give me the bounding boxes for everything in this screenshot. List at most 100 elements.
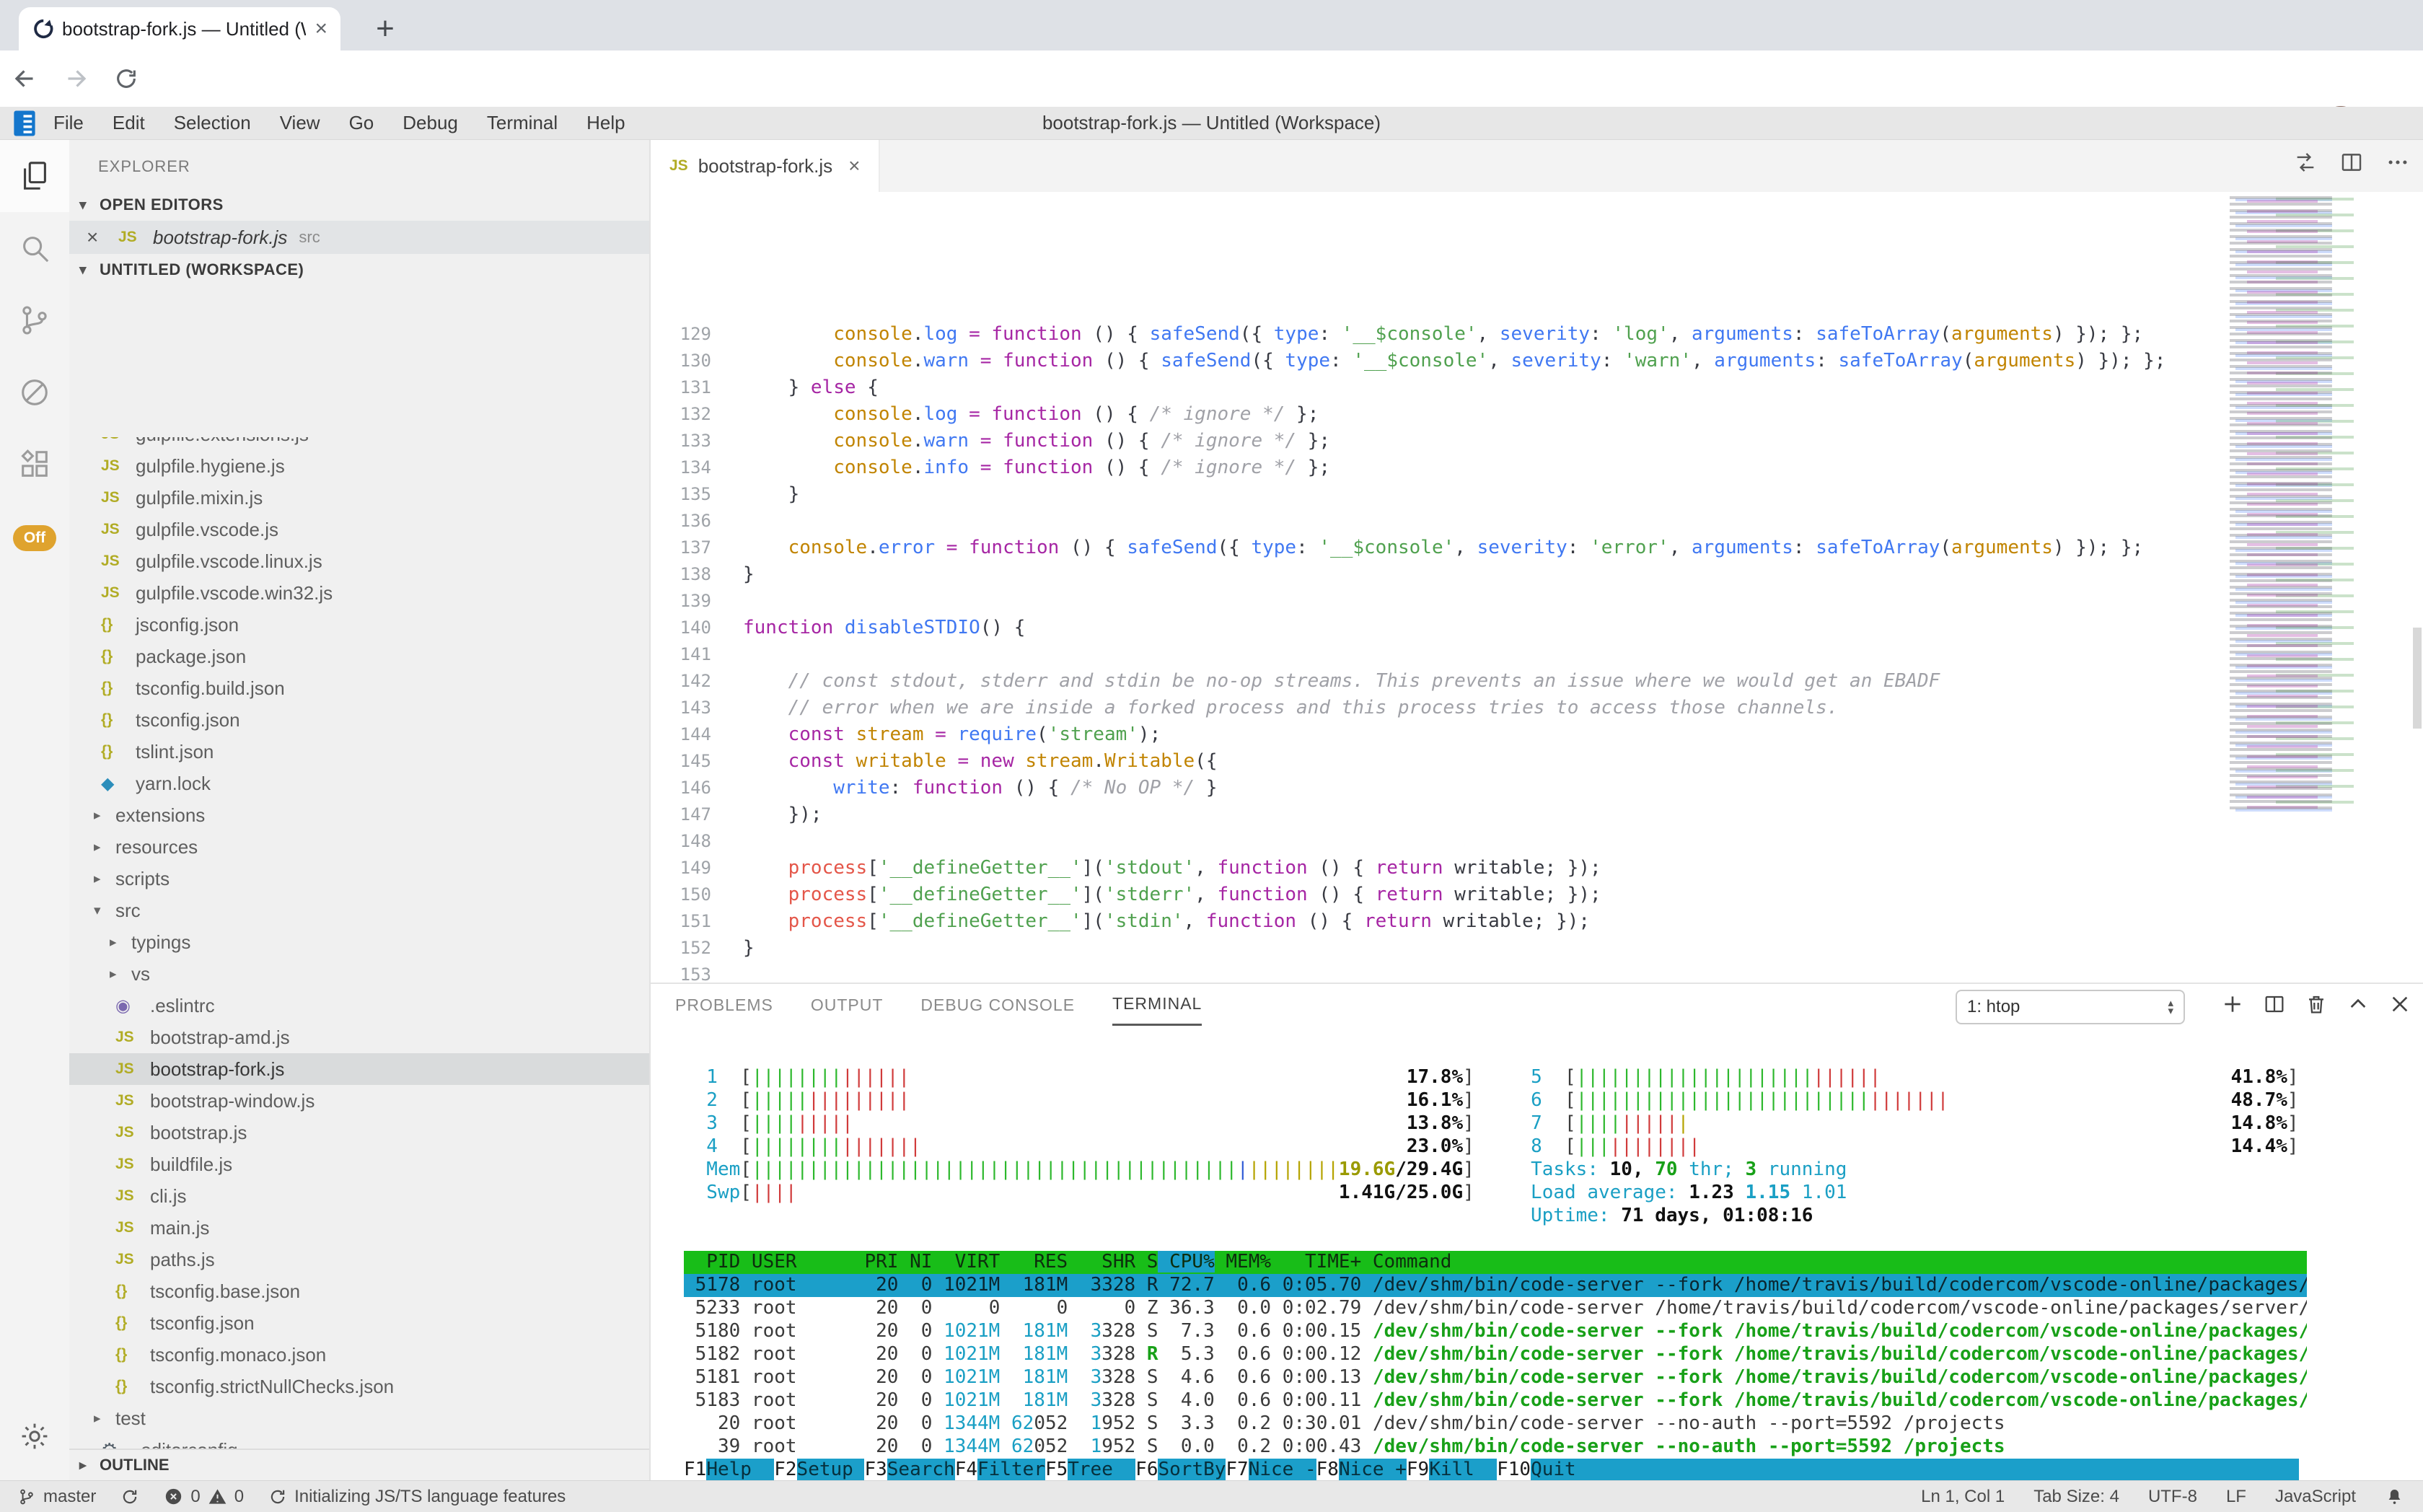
problems-indicator[interactable]: 0 0 <box>164 1487 244 1507</box>
language-mode[interactable]: JavaScript <box>2275 1487 2356 1507</box>
file-tree-item[interactable]: {}tsconfig.base.json <box>69 1275 649 1307</box>
file-tree-item[interactable]: {}jsconfig.json <box>69 609 649 641</box>
code-line: 130 console.warn = function () { safeSen… <box>651 347 2207 374</box>
split-editor-icon[interactable] <box>2339 150 2364 175</box>
file-tree-item[interactable]: {}tsconfig.monaco.json <box>69 1339 649 1371</box>
menu-go[interactable]: Go <box>349 112 374 134</box>
file-tree-item[interactable]: {}tsconfig.strictNullChecks.json <box>69 1371 649 1402</box>
file-name: package.json <box>136 646 246 668</box>
editor-scrollbar[interactable] <box>2413 628 2422 729</box>
json-file-icon: {} <box>101 616 136 633</box>
menu-help[interactable]: Help <box>586 112 625 134</box>
sync-button[interactable] <box>120 1487 139 1506</box>
file-tree-item[interactable]: JSgulpfile.vscode.linux.js <box>69 545 649 577</box>
file-name: tsconfig.strictNullChecks.json <box>150 1376 394 1398</box>
file-tree-item[interactable]: JSgulpfile.vscode.js <box>69 514 649 545</box>
settings-gear-icon[interactable] <box>0 1404 69 1469</box>
file-tree-item[interactable]: ▸test <box>69 1402 649 1434</box>
reload-button[interactable] <box>101 53 151 104</box>
source-control-icon[interactable] <box>0 284 69 356</box>
code-line: 140function disableSTDIO() { <box>651 614 2207 641</box>
open-editor-item[interactable]: × JS bootstrap-fork.js src <box>69 221 649 254</box>
file-tree-item[interactable]: ▸typings <box>69 926 649 958</box>
tab-debug-console[interactable]: DEBUG CONSOLE <box>920 984 1075 1026</box>
kill-terminal-icon[interactable] <box>2305 993 2328 1016</box>
file-tree-item[interactable]: JScli.js <box>69 1180 649 1212</box>
file-tree-item[interactable]: JSgulpfile.vscode.win32.js <box>69 577 649 609</box>
menu-debug[interactable]: Debug <box>403 112 458 134</box>
file-tree-item[interactable]: {}tsconfig.json <box>69 704 649 736</box>
code-area[interactable]: 129 console.log = function () { safeSend… <box>651 320 2207 983</box>
minimap[interactable] <box>2225 196 2411 813</box>
language-status[interactable]: Initializing JS/TS language features <box>268 1487 566 1507</box>
new-terminal-icon[interactable] <box>2221 993 2244 1016</box>
explorer-icon[interactable] <box>0 140 69 212</box>
editor-tab-close-icon[interactable]: × <box>848 154 860 177</box>
cursor-position[interactable]: Ln 1, Col 1 <box>1921 1487 2005 1507</box>
new-tab-button[interactable]: + <box>366 10 404 48</box>
file-tree-item[interactable]: JSbootstrap.js <box>69 1117 649 1148</box>
open-changes-icon[interactable] <box>2293 150 2318 175</box>
file-tree-item[interactable]: JSmain.js <box>69 1212 649 1244</box>
workspace-header[interactable]: ▾UNTITLED (WORKSPACE) <box>69 254 649 286</box>
close-icon[interactable]: × <box>87 226 118 249</box>
file-tree-item[interactable]: {}tsconfig.json <box>69 1307 649 1339</box>
file-tree-item[interactable]: JSbuildfile.js <box>69 1148 649 1180</box>
tab-terminal[interactable]: TERMINAL <box>1112 984 1202 1026</box>
js-file-icon: JS <box>101 437 136 443</box>
back-button[interactable] <box>0 53 50 104</box>
file-tree-item[interactable]: JSgulpfile.hygiene.js <box>69 450 649 482</box>
file-name: bootstrap-fork.js <box>150 1058 284 1081</box>
terminal-select[interactable]: 1: htop ▴▾ <box>1956 990 2185 1024</box>
terminal-output[interactable]: 1 [|||||||||||||| 17.8%] 5 [||||||||||||… <box>684 1066 2307 1480</box>
file-tree-item[interactable]: JSbootstrap-window.js <box>69 1085 649 1117</box>
file-tree-item[interactable]: {}tslint.json <box>69 736 649 768</box>
file-tree-item[interactable]: JSbootstrap-amd.js <box>69 1021 649 1053</box>
close-panel-icon[interactable] <box>2388 993 2411 1016</box>
editor-tab[interactable]: JS bootstrap-fork.js × <box>651 140 880 192</box>
code-line: 149 process['__defineGetter__']('stdout'… <box>651 854 2207 881</box>
menu-edit[interactable]: Edit <box>113 112 145 134</box>
extensions-icon[interactable] <box>0 428 69 501</box>
search-icon[interactable] <box>0 212 69 284</box>
file-tree-item[interactable]: ▸resources <box>69 831 649 863</box>
open-editors-header[interactable]: ▾OPEN EDITORS <box>69 189 649 221</box>
encoding[interactable]: UTF-8 <box>2148 1487 2197 1507</box>
chevron-right-icon: ▸ <box>94 1410 115 1427</box>
menu-terminal[interactable]: Terminal <box>487 112 558 134</box>
off-badge[interactable]: Off <box>13 525 56 551</box>
file-tree-item[interactable]: ▸extensions <box>69 799 649 831</box>
split-terminal-icon[interactable] <box>2263 993 2286 1016</box>
maximize-panel-icon[interactable] <box>2347 993 2370 1016</box>
forward-button[interactable] <box>50 53 101 104</box>
file-tree-item[interactable]: JSpaths.js <box>69 1244 649 1275</box>
json-file-icon: {} <box>115 1314 150 1332</box>
menu-file[interactable]: File <box>53 112 84 134</box>
file-tree-item[interactable]: {}tsconfig.build.json <box>69 672 649 704</box>
browser-tab[interactable]: bootstrap-fork.js — Untitled (W × <box>19 7 340 50</box>
menu-view[interactable]: View <box>280 112 320 134</box>
menu-selection[interactable]: Selection <box>174 112 251 134</box>
file-tree-item[interactable]: JSbootstrap-fork.js <box>69 1053 649 1085</box>
outline-header[interactable]: ▸OUTLINE <box>69 1449 649 1480</box>
file-tree-item[interactable]: ◉.eslintrc <box>69 990 649 1021</box>
file-tree-item[interactable]: {}package.json <box>69 641 649 672</box>
notifications-bell-icon[interactable] <box>2385 1487 2404 1506</box>
sync-icon <box>120 1487 139 1506</box>
more-actions-icon[interactable] <box>2385 150 2410 175</box>
file-tree-item[interactable]: ⚙.editorconfig <box>69 1434 649 1449</box>
file-tree-item[interactable]: ▸vs <box>69 958 649 990</box>
tab-problems[interactable]: PROBLEMS <box>675 984 773 1026</box>
tab-output[interactable]: OUTPUT <box>811 984 884 1026</box>
eol[interactable]: LF <box>2226 1487 2246 1507</box>
tab-close-icon[interactable]: × <box>315 17 327 41</box>
chevron-right-icon: ▸ <box>110 966 131 983</box>
debug-icon[interactable] <box>0 356 69 428</box>
file-tree-item[interactable]: JSgulpfile.mixin.js <box>69 482 649 514</box>
file-tree-item[interactable]: ◆yarn.lock <box>69 768 649 799</box>
file-tree-item[interactable]: JSgulpfile.extensions.js <box>69 437 649 450</box>
file-tree-item[interactable]: ▸scripts <box>69 863 649 895</box>
branch-indicator[interactable]: master <box>17 1487 96 1507</box>
tab-size[interactable]: Tab Size: 4 <box>2033 1487 2119 1507</box>
file-tree-item[interactable]: ▾src <box>69 895 649 926</box>
